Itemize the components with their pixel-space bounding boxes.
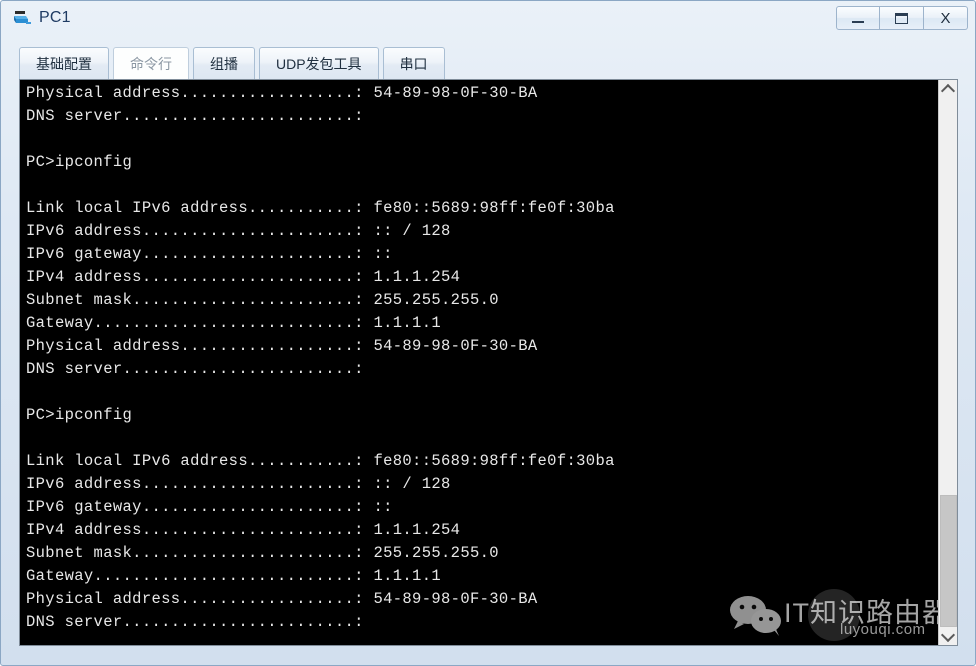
scroll-down-button[interactable]	[939, 627, 957, 645]
chevron-down-icon	[940, 627, 956, 642]
tab-serial-port[interactable]: 串口	[382, 47, 445, 79]
terminal-line: IPv6 address......................: :: /…	[26, 222, 451, 240]
terminal-line: DNS server........................:	[26, 613, 364, 631]
terminal-line: PC>ipconfig	[26, 153, 133, 171]
watermark-subtext: luyouqi.com	[840, 621, 926, 638]
terminal-line: Physical address..................: 54-8…	[26, 337, 538, 355]
maximize-icon	[895, 12, 908, 24]
maximize-button[interactable]	[880, 6, 924, 30]
pc1-window: PC1 X 基础配置 命令行 组播 UDP发包工具 串口 Physical ad…	[0, 0, 976, 666]
minimize-button[interactable]	[836, 6, 880, 30]
terminal-output[interactable]: Physical address..................: 54-8…	[20, 80, 938, 645]
terminal-line: IPv4 address......................: 1.1.…	[26, 268, 461, 286]
tab-basic-config[interactable]: 基础配置	[19, 47, 109, 79]
chevron-up-icon	[940, 83, 956, 98]
terminal-line: Link local IPv6 address...........: fe80…	[26, 199, 615, 217]
terminal-line: PC>ipconfig	[26, 406, 133, 424]
tab-multicast[interactable]: 组播	[193, 47, 255, 79]
terminal-line: Link local IPv6 address...........: fe80…	[26, 452, 615, 470]
watermark: IT知识路由器 luyouqi.com	[722, 585, 938, 643]
terminal-text: Physical address..................: 54-8…	[26, 82, 615, 645]
terminal-line: Physical address..................: 54-8…	[26, 84, 538, 102]
minimize-icon	[852, 20, 864, 23]
window-title: PC1	[39, 9, 71, 26]
scroll-up-button[interactable]	[939, 80, 957, 98]
watermark-text: IT知识路由器	[784, 598, 938, 628]
terminal-scrollbar[interactable]	[938, 80, 957, 645]
close-icon: X	[940, 9, 951, 27]
terminal-line: IPv6 gateway......................: ::	[26, 498, 393, 516]
window-titlebar: PC1 X	[2, 2, 976, 34]
terminal-line: Subnet mask.......................: 255.…	[26, 291, 499, 309]
command-line-panel: Physical address..................: 54-8…	[19, 79, 958, 646]
terminal-line: Gateway...........................: 1.1.…	[26, 567, 442, 585]
pc-device-icon	[14, 11, 31, 24]
terminal-line: IPv4 address......................: 1.1.…	[26, 521, 461, 539]
terminal-line: Physical address..................: 54-8…	[26, 590, 538, 608]
terminal-line: Subnet mask.......................: 255.…	[26, 544, 499, 562]
terminal-line: IPv6 address......................: :: /…	[26, 475, 451, 493]
watermark-circle	[808, 589, 860, 641]
terminal-line: DNS server........................:	[26, 360, 364, 378]
tab-bar: 基础配置 命令行 组播 UDP发包工具 串口	[19, 45, 449, 79]
tab-command-line[interactable]: 命令行	[113, 47, 189, 79]
window-controls: X	[836, 6, 968, 30]
scrollbar-thumb[interactable]	[940, 495, 957, 627]
wechat-bubbles-icon	[730, 596, 781, 636]
terminal-line: Gateway...........................: 1.1.…	[26, 314, 442, 332]
terminal-line: DNS server........................:	[26, 107, 364, 125]
close-button[interactable]: X	[924, 6, 968, 30]
tab-udp-sender[interactable]: UDP发包工具	[259, 47, 379, 79]
terminal-line: IPv6 gateway......................: ::	[26, 245, 393, 263]
